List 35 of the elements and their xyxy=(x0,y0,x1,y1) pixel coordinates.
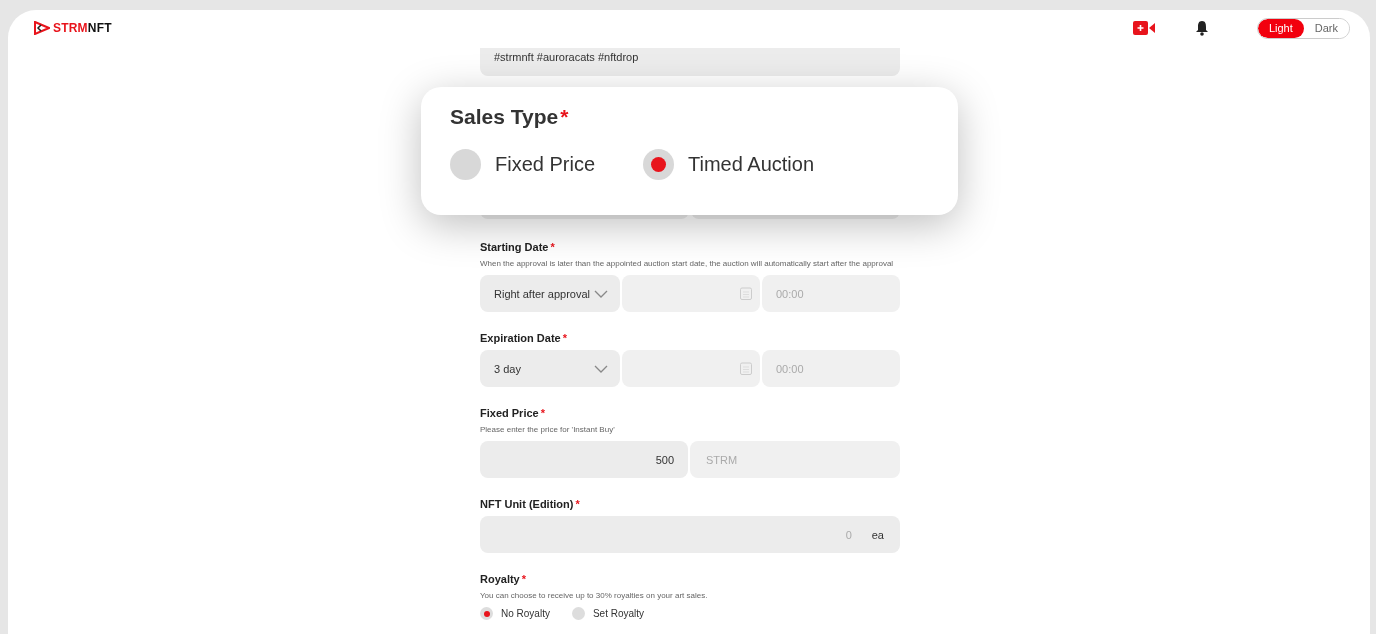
price-field[interactable]: 500 xyxy=(480,441,688,478)
field-label: Royalty * xyxy=(480,573,528,585)
dropdown[interactable]: Right after approval xyxy=(480,275,620,312)
play-logo-icon xyxy=(34,21,50,35)
video-add-icon[interactable] xyxy=(1132,21,1155,35)
chevron-down-icon xyxy=(594,289,608,298)
field-hint: Please enter the price for 'Instant Buy' xyxy=(480,424,616,436)
field-label: Starting Date * xyxy=(480,241,556,253)
tags-field[interactable]: #strmnft #auroracats #nftdrop xyxy=(480,48,900,76)
sales-type-title: Sales Type* xyxy=(450,105,570,129)
radio-label: Set Royalty xyxy=(592,607,645,620)
currency-field: STRM xyxy=(690,441,900,478)
field-hint: When the approval is later than the appointed auction start date, the auction will automatically start after the approval xyxy=(480,258,895,270)
field-label: Fixed Price * xyxy=(480,407,546,419)
logo-text: STRMNFT xyxy=(53,21,112,35)
radio-label: Fixed Price xyxy=(495,153,596,176)
radio-label: No Royalty xyxy=(501,607,550,620)
radio-button[interactable] xyxy=(571,607,585,620)
chevron-down-icon xyxy=(594,364,608,373)
unit-label: ea xyxy=(871,528,884,541)
field-hint: You can choose to receive up to 30% royalties on your art sales. xyxy=(480,590,709,602)
bell-icon[interactable] xyxy=(1194,20,1209,36)
radio-button[interactable] xyxy=(480,607,493,620)
unit-field[interactable]: 0 ea xyxy=(480,516,900,553)
field-label: Expiration Date * xyxy=(480,332,568,344)
radio-label: Timed Auction xyxy=(688,153,815,176)
radio-button[interactable] xyxy=(450,149,481,180)
date-field[interactable] xyxy=(622,275,760,312)
date-field[interactable] xyxy=(622,350,760,387)
calendar-icon xyxy=(740,287,752,300)
theme-option[interactable]: Light xyxy=(1257,18,1304,38)
calendar-icon xyxy=(740,362,752,375)
radio-button[interactable] xyxy=(643,149,675,180)
dropdown[interactable]: 3 day xyxy=(480,350,620,387)
field-label: NFT Unit (Edition) * xyxy=(480,498,581,510)
